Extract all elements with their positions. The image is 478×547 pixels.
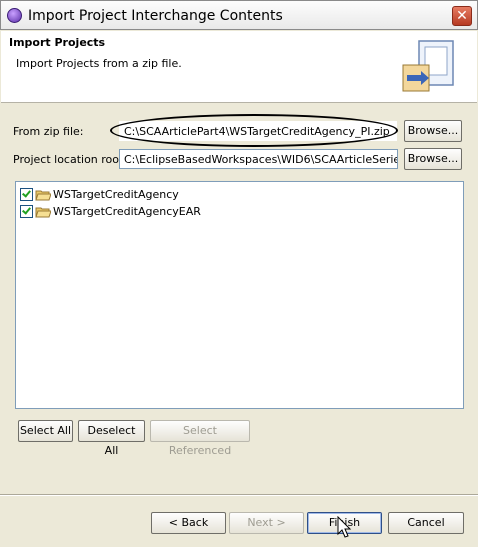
browse-location-button[interactable]: Browse...: [404, 148, 462, 170]
browse-zip-button[interactable]: Browse...: [404, 120, 462, 142]
back-button[interactable]: < Back: [151, 512, 226, 534]
open-folder-icon: [35, 207, 51, 217]
title-bar[interactable]: Import Project Interchange Contents ✕: [0, 0, 478, 30]
app-icon: [7, 8, 22, 23]
project-name: WSTargetCreditAgencyEAR: [53, 205, 201, 218]
list-item[interactable]: WSTargetCreditAgency: [16, 186, 463, 203]
import-wizard-icon: [402, 40, 454, 92]
highlight-ellipse: [110, 114, 398, 147]
open-folder-icon: [35, 190, 51, 200]
list-item[interactable]: WSTargetCreditAgencyEAR: [16, 203, 463, 220]
wizard-banner: Import Projects Import Projects from a z…: [1, 31, 477, 103]
banner-title: Import Projects: [9, 36, 106, 49]
project-list[interactable]: WSTargetCreditAgency WSTargetCreditAgenc…: [15, 181, 464, 409]
cancel-button[interactable]: Cancel: [388, 512, 464, 534]
window-title: Import Project Interchange Contents: [28, 8, 283, 24]
checkbox[interactable]: [20, 188, 33, 201]
project-name: WSTargetCreditAgency: [53, 188, 179, 201]
select-referenced-button[interactable]: Select Referenced: [150, 420, 250, 457]
banner-description: Import Projects from a zip file.: [16, 57, 182, 70]
mouse-cursor-icon: [337, 516, 352, 538]
close-button[interactable]: ✕: [452, 6, 472, 26]
separator: [0, 494, 478, 496]
zip-file-label: From zip file:: [13, 125, 84, 138]
next-button[interactable]: Next >: [229, 512, 304, 534]
select-all-button[interactable]: Select All: [18, 420, 73, 442]
location-root-label: Project location root:: [13, 153, 128, 166]
location-root-input[interactable]: C:\EclipseBasedWorkspaces\WID6\SCAArticl…: [119, 149, 398, 169]
deselect-all-button[interactable]: Deselect All: [78, 420, 145, 457]
checkbox[interactable]: [20, 205, 33, 218]
